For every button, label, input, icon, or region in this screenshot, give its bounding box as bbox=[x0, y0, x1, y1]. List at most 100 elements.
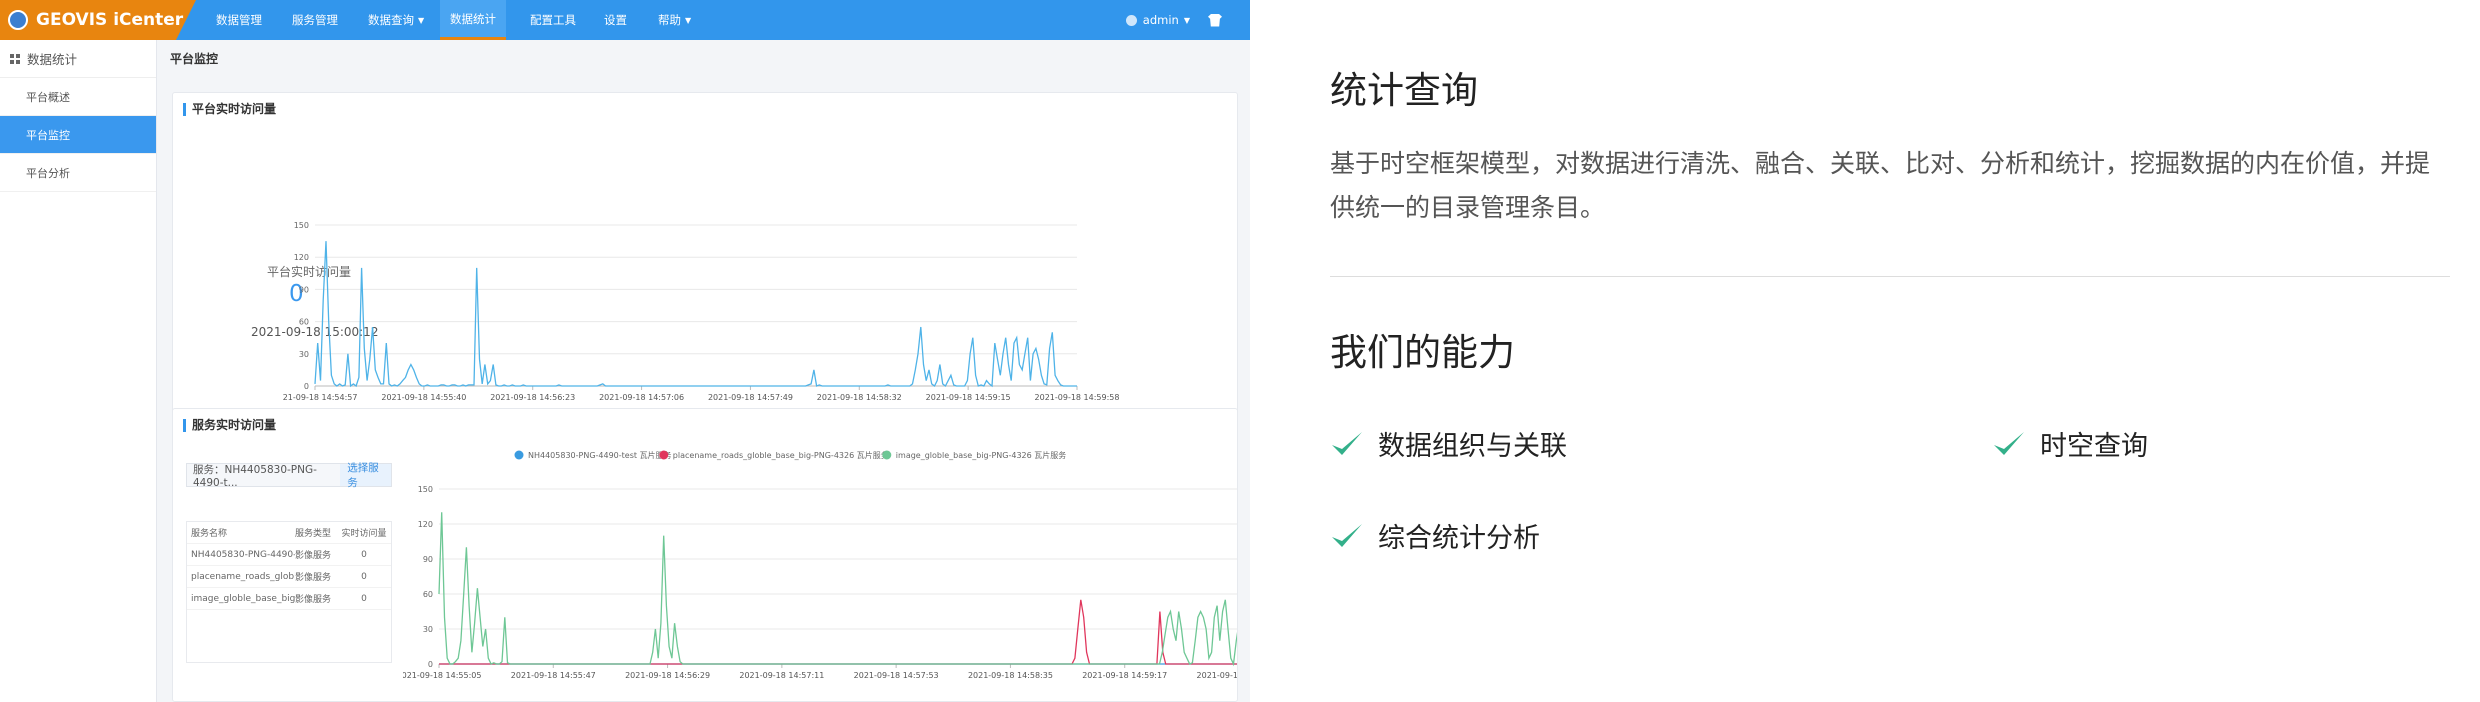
y-tick-label: 60 bbox=[299, 318, 309, 327]
nav-item-data-statistics[interactable]: 数据统计 bbox=[440, 0, 506, 40]
sidebar-item-label: 平台监控 bbox=[26, 128, 70, 142]
sidebar-item-label: 平台分析 bbox=[26, 166, 70, 180]
sidebar: 数据统计 平台概述 平台监控 平台分析 bbox=[0, 40, 157, 702]
sidebar-item-platform-analysis[interactable]: 平台分析 bbox=[0, 154, 156, 192]
x-tick-label: 2021-09-18 14:54:57 bbox=[283, 393, 357, 402]
chevron-down-icon: ▼ bbox=[1183, 15, 1190, 25]
x-tick-label: 2021-09-18 14:58:35 bbox=[968, 671, 1053, 680]
section-title: 统计查询 bbox=[1330, 69, 1478, 112]
capabilities-title: 我们的能力 bbox=[1330, 331, 1515, 374]
skin-icon[interactable] bbox=[1208, 13, 1222, 27]
column-header: 服务类型 bbox=[295, 529, 332, 539]
column-header: 服务名称 bbox=[191, 529, 228, 539]
y-tick-label: 90 bbox=[299, 285, 309, 294]
legend-marker bbox=[882, 450, 892, 460]
service-select[interactable]: 服务：NH4405830-PNG-4490-t... 选择服务 bbox=[186, 462, 392, 489]
x-tick-label: 2021-09-18 14:55:40 bbox=[381, 393, 466, 402]
x-tick-label: 2021-09-18 14:55:47 bbox=[511, 671, 596, 680]
x-tick-label: 2021-09-18 14:57:11 bbox=[739, 671, 824, 680]
y-tick-label: 30 bbox=[423, 625, 433, 634]
nav-label: 设置 bbox=[604, 13, 627, 27]
legend-label: placename_roads_globle_base_big-PNG-4326… bbox=[673, 450, 889, 460]
globe-icon bbox=[8, 10, 28, 30]
feature-description: 统计查询 基于时空框架模型，对数据进行清洗、融合、关联、比对、分析和统计，挖掘数… bbox=[1250, 0, 2480, 702]
sidebar-item-platform-monitor[interactable]: 平台监控 bbox=[0, 116, 156, 154]
nav-label: 数据管理 bbox=[216, 13, 262, 27]
x-tick-label: 2021-09-18 14:56:29 bbox=[625, 671, 710, 680]
service-access-chart: 0 30 60 90 120 150 2021-09-18 14:55:05 2021-09-… bbox=[403, 450, 1237, 680]
username: admin bbox=[1142, 13, 1179, 27]
nav-label: 服务管理 bbox=[292, 13, 338, 27]
capability-label: 时空查询 bbox=[2040, 431, 2148, 462]
x-tick-label: 2021-09-18 14:59:15 bbox=[926, 393, 1011, 402]
legend-marker bbox=[514, 450, 524, 460]
x-tick-label: 2021-09-18 14:59:58 bbox=[1035, 393, 1120, 402]
top-nav-bar: GEOVIS iCenter 数据管理 服务管理 数据查询 ▼ 数据统计 配置工具… bbox=[0, 0, 1250, 40]
platform-access-panel: 平台实时访问量 平台实时访问量 0 2021-09-18 15:00:12 03… bbox=[172, 92, 1238, 430]
logo-text: GEOVIS iCenter bbox=[36, 10, 184, 30]
app-screenshot: GEOVIS iCenter 数据管理 服务管理 数据查询 ▼ 数据统计 配置工具… bbox=[0, 0, 1250, 702]
x-tick-label: 2021-09-18 14:58:32 bbox=[817, 393, 902, 402]
service-access-panel: 服务实时访问量 服务：NH4405830-PNG-4490-t... 选择服务 … bbox=[172, 408, 1238, 702]
x-tick-label: 2021-09-18 14:57:49 bbox=[708, 393, 793, 402]
nav-item-data-management[interactable]: 数据管理 bbox=[206, 0, 272, 40]
panel-title: 服务实时访问量 bbox=[183, 419, 276, 432]
x-tick-label: 2021-09-18 14:55:05 bbox=[403, 671, 481, 680]
panel-title: 平台实时访问量 bbox=[183, 103, 276, 116]
sidebar-item-platform-overview[interactable]: 平台概述 bbox=[0, 78, 156, 116]
table-cell: 影像服务 bbox=[295, 595, 332, 605]
nav-label: 帮助 bbox=[658, 13, 681, 27]
divider bbox=[1330, 276, 2450, 277]
user-menu[interactable]: admin ▼ bbox=[1125, 0, 1222, 40]
y-tick-label: 90 bbox=[423, 555, 433, 564]
nav-item-service-management[interactable]: 服务管理 bbox=[282, 0, 348, 40]
y-tick-label: 0 bbox=[428, 660, 433, 669]
platform-access-chart: 0 30 60 90 120 150 2021-09-18 14:54:57 2021-09-… bbox=[283, 221, 1120, 402]
check-icon bbox=[1332, 431, 1362, 455]
x-tick-label: 2021-09-18 14:56:23 bbox=[490, 393, 575, 402]
column-header: 实时访问量 bbox=[341, 529, 387, 539]
capability-item: 时空查询 bbox=[1992, 424, 2148, 463]
legend-label: image_globle_base_big-PNG-4326 瓦片服务 bbox=[896, 450, 1066, 460]
service-table: 服务名称 服务类型 实时访问量 NH4405830-PNG-4490-t... … bbox=[186, 521, 392, 663]
x-tick-label: 2021-09-18 14:57:53 bbox=[854, 671, 939, 680]
legend-marker bbox=[659, 450, 669, 460]
y-tick-label: 60 bbox=[423, 590, 433, 599]
x-tick-label: 2021-09-18 14:59:17 bbox=[1082, 671, 1167, 680]
nav-label: 数据查询 bbox=[368, 13, 414, 27]
y-tick-label: 120 bbox=[294, 253, 309, 262]
section-description: 基于时空框架模型，对数据进行清洗、融合、关联、比对、分析和统计，挖掘数据的内在价… bbox=[1330, 149, 2431, 222]
y-tick-label: 30 bbox=[299, 350, 309, 359]
main-content: 平台监控 平台实时访问量 平台实时访问量 0 2021-09-18 15:00:… bbox=[157, 40, 1250, 702]
nav-item-settings[interactable]: 设置 bbox=[594, 0, 637, 40]
y-tick-label: 120 bbox=[418, 520, 433, 529]
logo[interactable]: GEOVIS iCenter bbox=[0, 0, 196, 40]
chevron-down-icon: ▼ bbox=[685, 15, 692, 25]
nav-item-config-tools[interactable]: 配置工具 bbox=[520, 0, 586, 40]
y-tick-label: 0 bbox=[304, 382, 309, 391]
nav-item-data-query[interactable]: 数据查询 ▼ bbox=[358, 0, 434, 40]
series-line bbox=[439, 599, 1237, 665]
table-cell: 0 bbox=[361, 549, 367, 560]
table-row[interactable]: image_globle_base_big-... 影像服务 0 bbox=[187, 588, 391, 610]
select-service-button[interactable]: 选择服务 bbox=[340, 462, 391, 489]
capability-item: 综合统计分析 bbox=[1330, 516, 1540, 555]
service-select-value: 服务：NH4405830-PNG-4490-t... bbox=[193, 463, 317, 489]
table-cell: 影像服务 bbox=[295, 551, 332, 561]
check-icon bbox=[1994, 431, 2024, 455]
capability-label: 综合统计分析 bbox=[1378, 523, 1540, 554]
table-cell: placename_roads_globle... bbox=[191, 571, 295, 582]
sidebar-section-header[interactable]: 数据统计 bbox=[0, 40, 156, 78]
series-line bbox=[438, 512, 1237, 667]
nav-item-help[interactable]: 帮助 ▼ bbox=[648, 0, 701, 40]
table-row[interactable]: placename_roads_globle... 影像服务 0 bbox=[187, 566, 391, 588]
sidebar-item-label: 平台概述 bbox=[26, 90, 70, 104]
table-row[interactable]: NH4405830-PNG-4490-t... 影像服务 0 bbox=[187, 544, 391, 566]
y-tick-label: 150 bbox=[418, 485, 433, 494]
table-cell: NH4405830-PNG-4490-t... bbox=[191, 549, 295, 560]
table-cell: 0 bbox=[361, 593, 367, 604]
y-tick-label: 150 bbox=[294, 221, 309, 230]
table-cell: image_globle_base_big-... bbox=[191, 593, 295, 604]
table-header-row: 服务名称 服务类型 实时访问量 bbox=[187, 522, 391, 544]
sidebar-section-label: 数据统计 bbox=[27, 52, 78, 67]
